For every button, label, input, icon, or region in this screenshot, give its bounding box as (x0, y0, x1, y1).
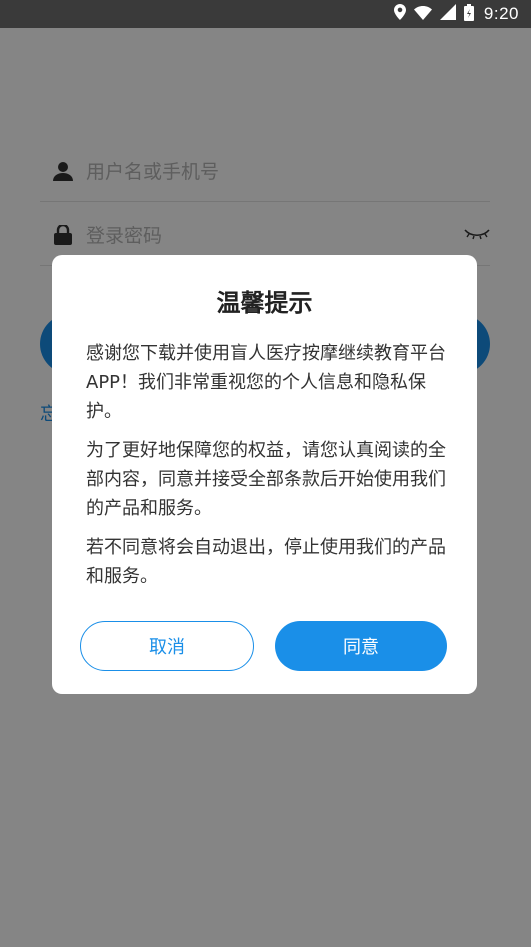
dialog-paragraph: 若不同意将会自动退出，停止使用我们的产品和服务。 (86, 537, 446, 587)
dialog-paragraph: 感谢您下载并使用盲人医疗按摩继续教育平台APP！我们非常重视您的个人信息和隐私保… (86, 343, 446, 422)
cancel-button[interactable]: 取消 (80, 621, 254, 671)
dialog-body: 感谢您下载并使用盲人医疗按摩继续教育平台APP！我们非常重视您的个人信息和隐私保… (86, 339, 446, 601)
status-time: 9:20 (483, 4, 519, 23)
status-icons (393, 3, 474, 25)
wifi-icon (413, 5, 432, 24)
location-icon (393, 4, 406, 24)
status-bar: 9:20 (0, 0, 531, 28)
battery-icon (463, 3, 474, 25)
agree-button[interactable]: 同意 (275, 621, 447, 671)
privacy-dialog: 温馨提示 感谢您下载并使用盲人医疗按摩继续教育平台APP！我们非常重视您的个人信… (52, 255, 477, 694)
signal-icon (439, 4, 456, 24)
dialog-paragraph: 为了更好地保障您的权益，请您认真阅读的全部内容，同意并接受全部条款后开始使用我们… (86, 440, 446, 519)
dialog-title: 温馨提示 (216, 289, 313, 317)
